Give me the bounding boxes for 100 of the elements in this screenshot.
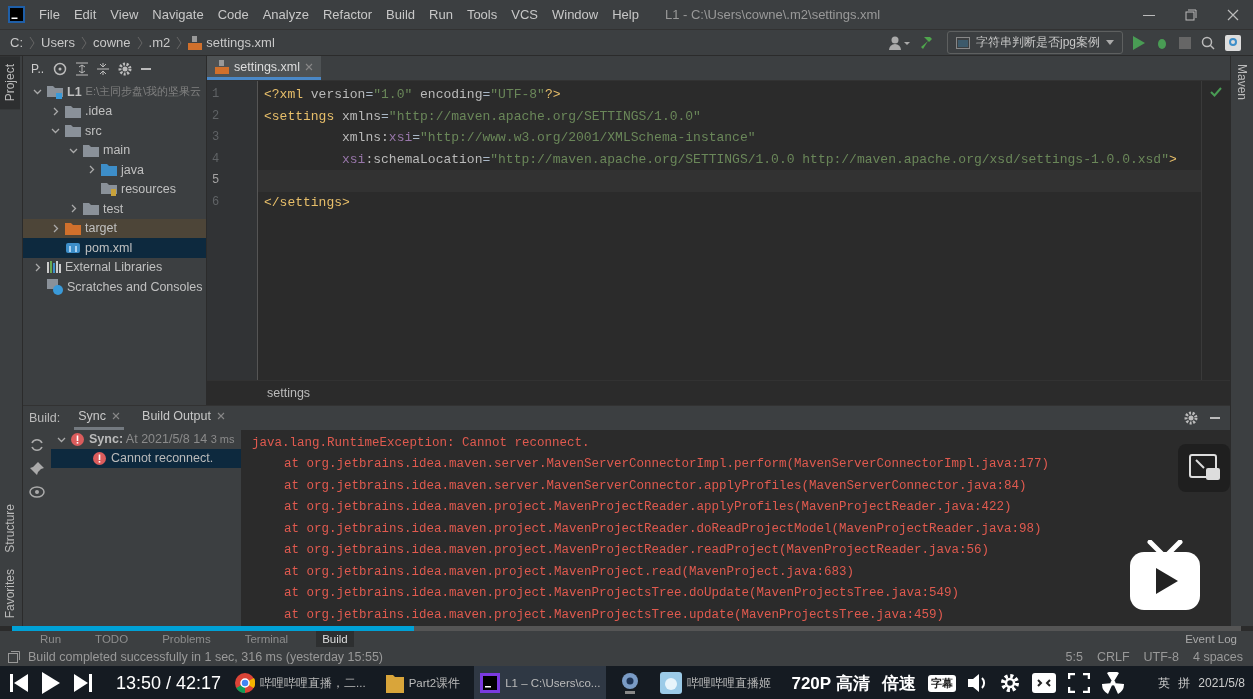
- expand-all-icon[interactable]: [76, 62, 89, 76]
- menu-item[interactable]: View: [110, 7, 139, 22]
- fullscreen-icon[interactable]: [1067, 673, 1090, 693]
- collapse-all-icon[interactable]: [97, 62, 110, 76]
- tree-row[interactable]: java: [23, 160, 206, 180]
- sync-label[interactable]: Sync: At 2021/5/8 14 3 ms: [89, 432, 235, 446]
- editor-breadcrumb[interactable]: settings: [267, 385, 311, 400]
- taskbar-item[interactable]: L1 – C:\Users\co...: [474, 666, 607, 699]
- restore-icon[interactable]: [1185, 8, 1197, 21]
- run-configuration-dropdown[interactable]: 字符串判断是否jpg案例: [947, 31, 1123, 54]
- menu-item[interactable]: Edit: [73, 7, 97, 22]
- tool-window-tab[interactable]: Maven: [1231, 56, 1253, 109]
- tv-play-icon[interactable]: [1128, 540, 1202, 612]
- chevron-down-icon[interactable]: [32, 87, 42, 97]
- tree-row[interactable]: src: [23, 121, 206, 141]
- breadcrumb[interactable]: Users: [41, 35, 75, 50]
- tree-row[interactable]: .idea: [23, 101, 206, 121]
- tool-window-button[interactable]: Build: [316, 631, 354, 647]
- status-item[interactable]: 5:5: [1065, 649, 1083, 664]
- taskbar-date[interactable]: 2021/5/8: [1198, 676, 1245, 690]
- menu-item[interactable]: Window: [551, 7, 599, 22]
- locate-icon[interactable]: [53, 62, 68, 76]
- tree-label: L1: [67, 84, 82, 99]
- menu-item[interactable]: Help: [612, 7, 639, 22]
- taskbar-item[interactable]: Part2课件: [379, 666, 467, 699]
- xml-file-icon: [215, 59, 229, 74]
- tree-row[interactable]: External Libraries: [23, 257, 206, 277]
- tree-row[interactable]: Cannot reconnect.: [51, 448, 241, 468]
- tool-window-button[interactable]: Terminal: [238, 631, 295, 647]
- help-icon[interactable]: [1225, 34, 1241, 51]
- editor-tab[interactable]: settings.xml: [207, 56, 321, 80]
- close-icon[interactable]: [1227, 8, 1239, 21]
- console-line: at org.jetbrains.idea.maven.project.MavenProjectReader.applyProfiles(MavenProjectReader.java:422): [283, 499, 1013, 516]
- taskbar-item[interactable]: 哔哩哔哩直播姬: [654, 666, 778, 699]
- input-language[interactable]: 英: [1158, 674, 1171, 692]
- tree-label: .idea: [85, 104, 113, 119]
- minimize-icon[interactable]: [141, 67, 152, 71]
- quality-selector[interactable]: 720P 高清: [791, 671, 870, 695]
- breadcrumb[interactable]: .m2: [148, 35, 171, 50]
- breadcrumb[interactable]: cowne: [92, 35, 131, 50]
- event-log-button[interactable]: Event Log: [1185, 633, 1237, 645]
- tree-row[interactable]: main: [23, 140, 206, 160]
- tool-window-tab[interactable]: Structure: [0, 495, 20, 561]
- breadcrumb[interactable]: settings.xml: [188, 35, 275, 50]
- next-icon[interactable]: [74, 674, 92, 692]
- user-icon[interactable]: [889, 35, 911, 50]
- menu-item[interactable]: Build: [386, 7, 415, 22]
- menu-item[interactable]: VCS: [511, 7, 538, 22]
- subtitle-toggle[interactable]: 字幕: [927, 674, 956, 692]
- previous-icon[interactable]: [10, 674, 28, 692]
- menu-item[interactable]: Refactor: [322, 7, 373, 22]
- code-line: <settings xmlns="http://maven.apache.org/SETTINGS/1.0.0": [264, 108, 701, 124]
- line-number: 5: [211, 172, 221, 189]
- xml-file-icon: [188, 35, 203, 50]
- panel-tab[interactable]: Build Output: [138, 405, 229, 430]
- tree-label: resources: [121, 182, 176, 197]
- menu-item[interactable]: Code: [217, 7, 249, 22]
- tree-row[interactable]: target: [23, 218, 206, 238]
- widescreen-icon[interactable]: [1031, 673, 1056, 693]
- status-item[interactable]: 4 spaces: [1192, 649, 1243, 664]
- video-progress-bar[interactable]: [12, 626, 1241, 631]
- code-line: xsi:schemaLocation="http://maven.apache.org/SETTINGS/1.0.0 http://maven.apache.org/xsd/settings-1.0.0.xsd">: [341, 151, 1177, 167]
- maven-file-icon: [65, 241, 81, 254]
- tree-row[interactable]: resources: [23, 179, 206, 199]
- refresh-icon[interactable]: [30, 437, 44, 452]
- tool-window-tab[interactable]: Favorites: [0, 560, 20, 626]
- close-icon[interactable]: [216, 412, 225, 420]
- search-icon[interactable]: [1201, 35, 1215, 50]
- tree-row[interactable]: pom.xml: [23, 238, 206, 258]
- play-icon[interactable]: [42, 672, 60, 694]
- breadcrumb[interactable]: C:: [10, 35, 23, 50]
- menu-item[interactable]: Navigate: [152, 7, 204, 22]
- trefoil-icon[interactable]: [1101, 672, 1124, 694]
- tool-window-button[interactable]: Problems: [156, 631, 217, 647]
- project-view-selector[interactable]: P..: [31, 62, 45, 76]
- playback-time: 13:50 / 42:17: [116, 672, 222, 694]
- menu-item[interactable]: File: [39, 7, 60, 22]
- folder-icon: [101, 163, 117, 177]
- code-line: <?xml version="1.0" encoding="UTF-8"?>: [264, 87, 561, 102]
- error-icon: [93, 451, 106, 465]
- menu-item[interactable]: Analyze: [262, 7, 309, 22]
- panel-title: Build:: [29, 410, 61, 425]
- status-item[interactable]: UTF-8: [1143, 649, 1179, 664]
- picture-in-picture-icon[interactable]: [1178, 444, 1230, 492]
- eye-icon[interactable]: [29, 485, 45, 498]
- taskbar-item[interactable]: 哔哩哔哩直播，二...: [229, 666, 372, 699]
- libraries-icon: [47, 261, 61, 274]
- status-item[interactable]: CRLF: [1096, 649, 1130, 664]
- tool-window-tab[interactable]: Project: [0, 56, 20, 110]
- tree-row[interactable]: test: [23, 199, 206, 219]
- speed-selector[interactable]: 倍速: [881, 671, 916, 695]
- menu-item[interactable]: Run: [429, 7, 453, 22]
- layout-icon[interactable]: [8, 650, 20, 663]
- input-mode[interactable]: 拼: [1178, 674, 1191, 692]
- close-icon[interactable]: [112, 412, 121, 420]
- volume-icon[interactable]: [967, 673, 988, 693]
- pin-icon[interactable]: [30, 461, 44, 476]
- run-icon[interactable]: [1133, 35, 1145, 50]
- menu-item[interactable]: Tools: [466, 7, 498, 22]
- tree-row[interactable]: Scratches and Consoles: [23, 277, 206, 297]
